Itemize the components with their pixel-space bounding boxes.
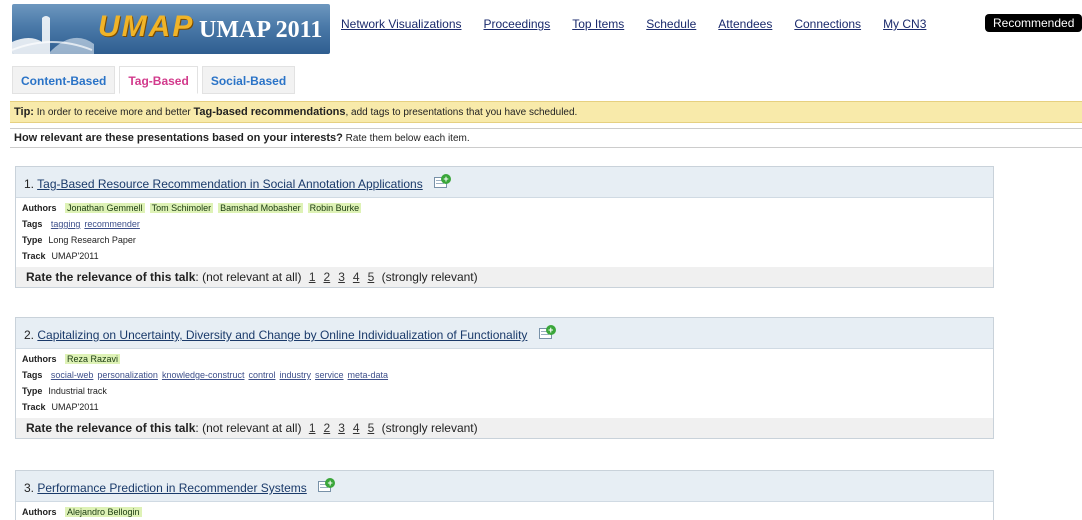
tag-link[interactable]: service — [315, 370, 344, 380]
rate-high-label: (strongly relevant) — [381, 421, 478, 435]
rate-option-2[interactable]: 2 — [324, 421, 331, 435]
rate-option-1[interactable]: 1 — [309, 421, 316, 435]
rate-high-label: (strongly relevant) — [381, 270, 478, 284]
author-chip[interactable]: Robin Burke — [307, 203, 362, 213]
presentation-title-link[interactable]: Performance Prediction in Recommender Sy… — [37, 481, 306, 495]
author-chip[interactable]: Bamshad Mobasher — [218, 203, 303, 213]
item-number: 2. — [24, 328, 35, 342]
logo-umap-text: UMAP — [98, 10, 195, 43]
rate-option-3[interactable]: 3 — [338, 270, 345, 284]
nav-network-visualizations[interactable]: Network Visualizations — [341, 17, 462, 31]
rate-option-5[interactable]: 5 — [368, 270, 375, 284]
presentation-title-link[interactable]: Tag-Based Resource Recommendation in Soc… — [37, 177, 423, 191]
nav-schedule[interactable]: Schedule — [646, 17, 696, 31]
nav-proceedings[interactable]: Proceedings — [484, 17, 551, 31]
presentation-card: 2. Capitalizing on Uncertainty, Diversit… — [15, 317, 994, 439]
nav-top-items[interactable]: Top Items — [572, 17, 624, 31]
rate-low-label: : (not relevant at all) — [195, 270, 302, 284]
tip-prefix: Tip: — [14, 106, 34, 118]
rate-low-label: : (not relevant at all) — [195, 421, 302, 435]
tip-bold: Tag-based recommendations — [193, 106, 346, 118]
author-chip[interactable]: Jonathan Gemmell — [65, 203, 145, 213]
tip-bar: Tip: In order to receive more and better… — [10, 101, 1082, 123]
presentation-card: 1. Tag-Based Resource Recommendation in … — [15, 166, 994, 288]
nav-attendees[interactable]: Attendees — [718, 17, 772, 31]
tags-label: Tags — [22, 370, 43, 380]
recommendation-tabs: Content-Based Tag-Based Social-Based — [12, 66, 296, 94]
type-row: Type Industrial track — [22, 385, 987, 398]
author-chip[interactable]: Alejandro Bellogin — [65, 507, 142, 517]
card-body: Authors Alejandro Bellogin — [16, 502, 993, 519]
authors-row: Authors Jonathan Gemmell Tom Schimoler Bam… — [22, 202, 987, 215]
tab-content-based[interactable]: Content-Based — [12, 66, 116, 94]
add-to-schedule-icon[interactable]: + — [434, 174, 452, 189]
rate-option-1[interactable]: 1 — [309, 270, 316, 284]
type-value: Industrial track — [48, 386, 107, 396]
rate-option-4[interactable]: 4 — [353, 421, 360, 435]
rate-prefix: Rate the relevance of this talk — [26, 421, 196, 435]
item-number: 1. — [24, 177, 35, 191]
main-nav: Network Visualizations Proceedings Top I… — [341, 14, 1082, 32]
track-value: UMAP'2011 — [51, 251, 99, 261]
authors-label: Authors — [22, 354, 57, 364]
tag-link[interactable]: personalization — [97, 370, 158, 380]
track-row: Track UMAP'2011 — [22, 250, 987, 263]
card-header: 1. Tag-Based Resource Recommendation in … — [16, 167, 993, 198]
rate-prefix: Rate the relevance of this talk — [26, 270, 196, 284]
site-header: UMAP UMAP 2011 Network Visualizations Pr… — [0, 0, 1082, 56]
author-chip[interactable]: Reza Razavi — [65, 354, 121, 364]
relevance-question: How relevant are these presentations bas… — [10, 128, 1082, 148]
type-label: Type — [22, 235, 43, 245]
card-body: Authors Jonathan Gemmell Tom Schimoler Bam… — [16, 198, 993, 287]
tag-link[interactable]: recommender — [84, 219, 140, 229]
tip-text-1: In order to receive more and better — [33, 107, 194, 118]
tab-social-based[interactable]: Social-Based — [201, 66, 296, 94]
card-header: 3. Performance Prediction in Recommender… — [16, 471, 993, 502]
item-number: 3. — [24, 481, 35, 495]
authors-label: Authors — [22, 203, 57, 213]
tag-link[interactable]: social-web — [51, 370, 94, 380]
rating-bar: Rate the relevance of this talk: (not re… — [16, 418, 993, 438]
rate-option-5[interactable]: 5 — [368, 421, 375, 435]
authors-row: Authors Reza Razavi — [22, 353, 987, 366]
rate-option-4[interactable]: 4 — [353, 270, 360, 284]
card-header: 2. Capitalizing on Uncertainty, Diversit… — [16, 318, 993, 349]
type-value: Long Research Paper — [48, 235, 136, 245]
rate-option-2[interactable]: 2 — [324, 270, 331, 284]
tags-row: Tags social-web personalization knowledge-… — [22, 369, 987, 382]
tag-link[interactable]: tagging — [51, 219, 81, 229]
nav-my-cn3[interactable]: My CN3 — [883, 17, 926, 31]
nav-recommended-active[interactable]: Recommended — [985, 14, 1082, 32]
site-title: UMAP 2011 — [199, 17, 323, 43]
track-label: Track — [22, 402, 46, 412]
tip-text-2: , add tags to presentations that you hav… — [345, 107, 578, 118]
type-row: Type Long Research Paper — [22, 234, 987, 247]
umap-logo[interactable]: UMAP UMAP 2011 — [12, 4, 330, 54]
authors-label: Authors — [22, 507, 57, 517]
author-chip[interactable]: Tom Schimoler — [149, 203, 214, 213]
type-label: Type — [22, 386, 43, 396]
question-bold: How relevant are these presentations bas… — [14, 132, 343, 144]
question-text: Rate them below each item. — [342, 133, 470, 144]
tag-link[interactable]: knowledge-construct — [162, 370, 245, 380]
rating-bar: Rate the relevance of this talk: (not re… — [16, 267, 993, 287]
tags-row: Tags tagging recommender — [22, 218, 987, 231]
tag-link[interactable]: meta-data — [348, 370, 389, 380]
card-body: Authors Reza Razavi Tags social-web perso… — [16, 349, 993, 438]
presentation-card: 3. Performance Prediction in Recommender… — [15, 470, 994, 520]
presentation-title-link[interactable]: Capitalizing on Uncertainty, Diversity a… — [37, 328, 527, 342]
tag-link[interactable]: industry — [280, 370, 312, 380]
authors-row: Authors Alejandro Bellogin — [22, 506, 987, 519]
add-to-schedule-icon[interactable]: + — [318, 478, 336, 493]
nav-connections[interactable]: Connections — [794, 17, 861, 31]
tab-tag-based[interactable]: Tag-Based — [119, 66, 198, 94]
track-label: Track — [22, 251, 46, 261]
tags-label: Tags — [22, 219, 43, 229]
add-to-schedule-icon[interactable]: + — [538, 325, 556, 340]
tag-link[interactable]: control — [248, 370, 275, 380]
track-value: UMAP'2011 — [51, 402, 99, 412]
track-row: Track UMAP'2011 — [22, 401, 987, 414]
rate-option-3[interactable]: 3 — [338, 421, 345, 435]
